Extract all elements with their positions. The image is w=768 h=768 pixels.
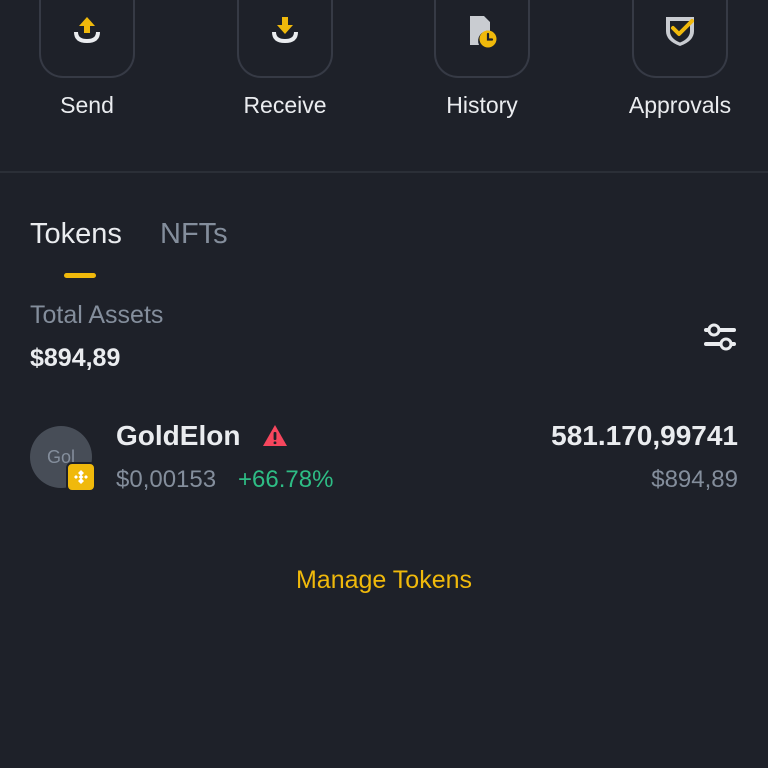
send-icon [74,17,100,43]
send-label: Send [60,92,114,118]
history-button[interactable]: History [402,0,562,119]
approvals-label: Approvals [628,92,732,118]
quick-actions: Send Receive History Approvals [0,0,768,172]
approvals-icon [666,17,694,46]
receive-button[interactable]: Receive [205,0,365,119]
filter-button[interactable] [702,320,738,356]
active-tab-indicator [64,273,96,278]
manage-tokens-button[interactable]: Manage Tokens [0,566,768,595]
send-icon-box[interactable] [39,0,135,78]
total-assets-value: $894,89 [30,344,121,372]
tab-nfts[interactable]: NFTs [160,218,228,251]
token-value: $894,89 [651,466,738,493]
approvals-button[interactable]: Approvals [600,0,760,119]
token-row[interactable]: Gol GoldElon $0,00153 +66.78% 581.170,99… [0,410,768,510]
send-button[interactable]: Send [7,0,167,119]
total-assets-label: Total Assets [30,301,164,329]
token-name: GoldElon [116,420,241,451]
approvals-icon-box[interactable] [632,0,728,78]
tab-tokens[interactable]: Tokens [30,218,122,251]
receive-icon [272,17,298,43]
receive-label: Receive [243,92,327,118]
history-icon [470,16,497,48]
section-divider [0,171,768,173]
sliders-icon [704,323,736,351]
warning-icon[interactable] [262,424,288,453]
token-change: +66.78% [238,466,334,493]
token-price: $0,00153 [116,466,217,493]
history-label: History [446,92,518,118]
bnb-chain-icon [66,462,96,492]
token-amount: 581.170,99741 [551,420,738,451]
receive-icon-box[interactable] [237,0,333,78]
history-icon-box[interactable] [434,0,530,78]
